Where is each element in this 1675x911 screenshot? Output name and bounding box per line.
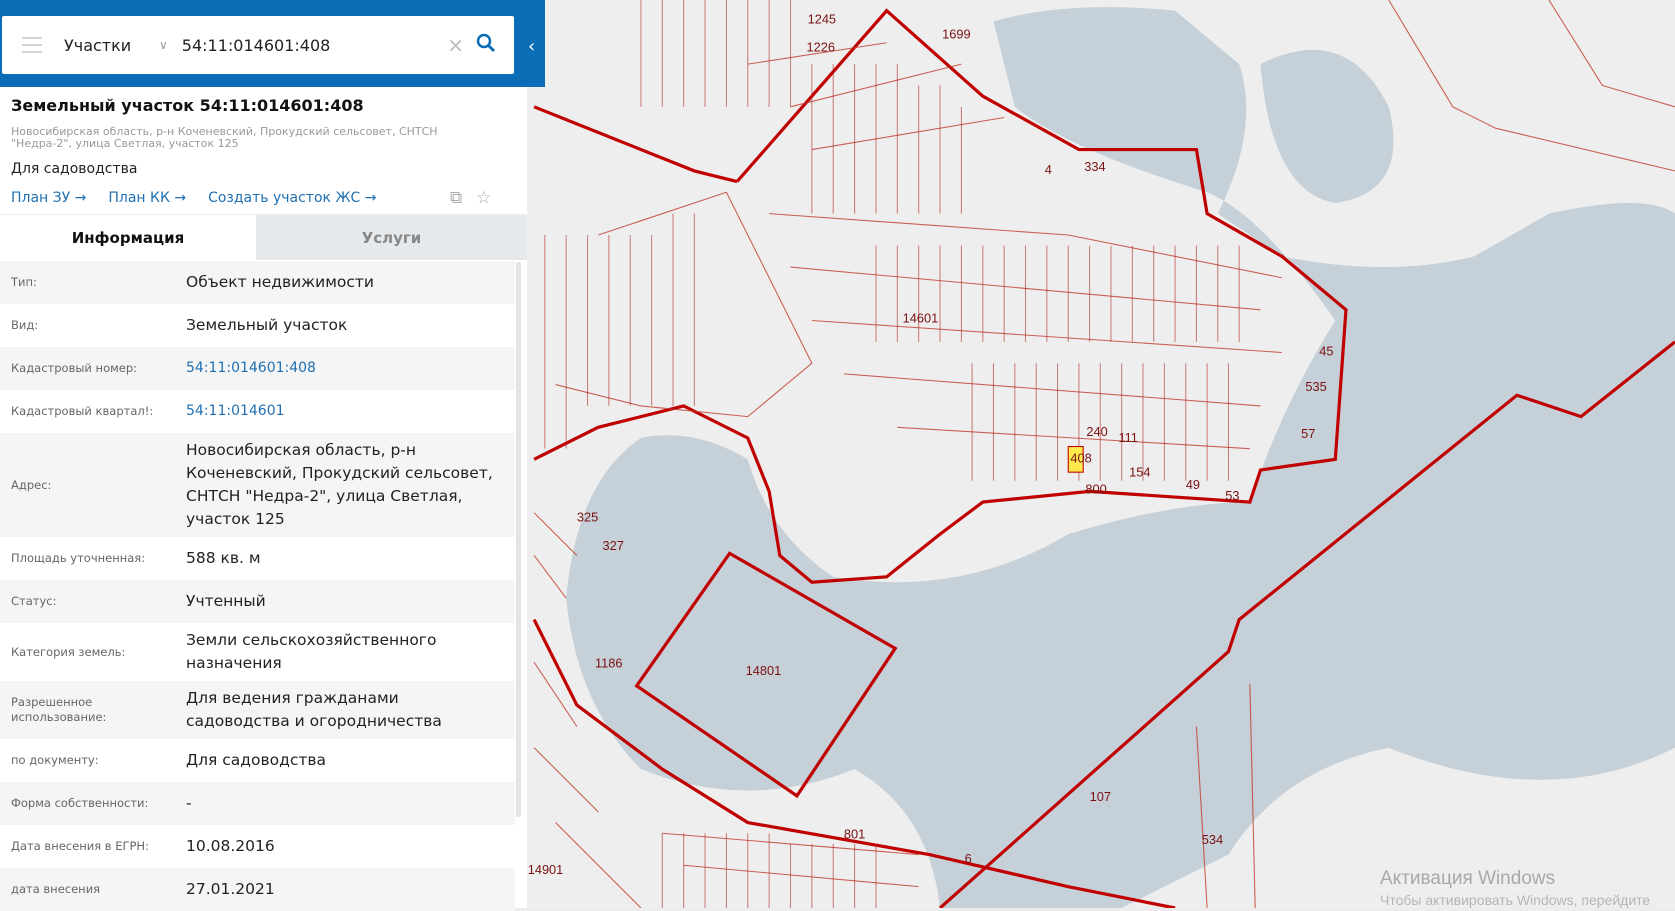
plan-zu-link[interactable]: План ЗУ →	[11, 190, 86, 206]
parcel-label: 14601	[903, 311, 939, 326]
info-row: Тип: Объект недвижимости	[0, 261, 515, 304]
parcel-purpose: Для садоводства	[11, 161, 138, 177]
search-bar-container: Участки ∨ 54:11:014601:408 × ‹	[0, 0, 545, 87]
parcel-label: 53	[1225, 488, 1239, 503]
info-row-label: Вид:	[11, 318, 39, 332]
info-row-value: Объект недвижимости	[186, 273, 374, 291]
parcel-label: 1245	[808, 12, 836, 27]
info-row: Вид: Земельный участок	[0, 304, 515, 347]
parcel-label: 334	[1084, 159, 1105, 174]
info-row: Категория земель: Земли сельскохозяйствен…	[0, 623, 515, 681]
star-icon[interactable]: ☆	[476, 188, 491, 208]
windows-watermark-title: Активация Windows	[1380, 868, 1556, 889]
info-row-value: Земли сельскохозяйственного назначения	[186, 631, 437, 672]
parcel-label: 534	[1202, 832, 1223, 847]
parcel-label: 6	[965, 851, 972, 866]
info-row-label: Разрешенное использование:	[11, 695, 107, 724]
search-input[interactable]: 54:11:014601:408	[182, 36, 447, 55]
info-row-label: Форма собственности:	[11, 796, 149, 810]
parcel-label: 325	[577, 509, 598, 524]
info-row-value: Учтенный	[186, 592, 266, 610]
parcel-label: 14801	[746, 663, 782, 678]
info-row: Кадастровый квартал!: 54:11:014601	[0, 390, 515, 433]
parcel-label: 14901	[528, 862, 564, 877]
scrollbar[interactable]	[516, 262, 521, 817]
parcel-label: 4	[1045, 162, 1052, 177]
tab-info[interactable]: Информация	[0, 215, 256, 260]
info-row: дата внесения 27.01.2021	[0, 868, 515, 911]
info-row-label: Адрес:	[11, 477, 52, 492]
info-row-value: Новосибирская область, р-н Коченевский, …	[186, 441, 493, 528]
parcel-label: 327	[602, 538, 623, 553]
info-row: Разрешенное использование: Для ведения гр…	[0, 681, 515, 739]
plan-kk-link[interactable]: План КК →	[108, 190, 186, 206]
menu-icon[interactable]	[22, 37, 42, 53]
parcel-label: 240	[1086, 424, 1107, 439]
parcel-label: 57	[1301, 426, 1315, 441]
parcel-label: 535	[1305, 379, 1326, 394]
parcel-label: 49	[1186, 477, 1200, 492]
info-row-value: 588 кв. м	[186, 549, 261, 567]
parcel-label: 111	[1118, 430, 1137, 445]
info-row-label: Кадастровый квартал!:	[11, 404, 154, 418]
parcel-label: 45	[1319, 344, 1333, 359]
info-row: Статус: Учтенный	[0, 580, 515, 623]
parcel-label: 408	[1070, 451, 1091, 466]
info-row-value: Земельный участок	[186, 316, 348, 334]
info-row-value: -	[186, 794, 192, 812]
info-row-label: Площадь уточненная:	[11, 551, 146, 565]
parcel-label: 801	[844, 827, 865, 842]
info-row-label: дата внесения	[11, 882, 101, 896]
search-icon[interactable]	[476, 33, 496, 57]
create-parcel-link[interactable]: Создать участок ЖС →	[208, 190, 376, 206]
info-row-value: 27.01.2021	[186, 880, 275, 898]
tab-services[interactable]: Услуги	[256, 215, 527, 260]
info-row-label: Кадастровый номер:	[11, 361, 138, 375]
zoom-to-icon[interactable]: ⧉	[450, 188, 462, 208]
info-row-label: Статус:	[11, 594, 57, 608]
info-row: по документу: Для садоводства	[0, 739, 515, 782]
parcel-label: 1186	[595, 656, 623, 671]
info-row: Адрес: Новосибирская область, р-н Коченев…	[0, 433, 515, 537]
parcel-label: 154	[1129, 464, 1150, 479]
info-row-value[interactable]: 54:11:014601	[186, 400, 515, 423]
info-row-label: Категория земель:	[11, 644, 126, 659]
parcel-label: 107	[1090, 789, 1111, 804]
chevron-down-icon[interactable]: ∨	[159, 38, 168, 52]
info-row-value[interactable]: 54:11:014601:408	[186, 357, 515, 380]
collapse-panel-icon[interactable]: ‹	[528, 36, 535, 57]
parcel-title: Земельный участок 54:11:014601:408	[11, 96, 364, 115]
parcel-label: 800	[1085, 482, 1106, 497]
search-box: Участки ∨ 54:11:014601:408 ×	[2, 16, 514, 74]
info-row-value: 10.08.2016	[186, 837, 275, 855]
info-row-value: Для садоводства	[186, 751, 327, 769]
info-row: Кадастровый номер: 54:11:014601:408	[0, 347, 515, 390]
info-panel: Участки ∨ 54:11:014601:408 × ‹ Земельный…	[0, 0, 545, 911]
windows-watermark-sub: Чтобы активировать Windows, перейдите	[1380, 892, 1651, 908]
parcel-label: 1226	[807, 39, 835, 54]
info-row: Площадь уточненная: 588 кв. м	[0, 537, 515, 580]
info-row-label: Дата внесения в ЕГРН:	[11, 839, 149, 853]
info-table: Тип: Объект недвижимости Вид: Земельный уча…	[0, 261, 515, 911]
info-row: Дата внесения в ЕГРН: 10.08.2016	[0, 825, 515, 868]
info-row: Форма собственности: -	[0, 782, 515, 825]
info-row-label: Тип:	[11, 275, 37, 289]
info-row-label: по документу:	[11, 753, 99, 767]
parcel-label: 1699	[942, 26, 970, 41]
info-row-value: Для ведения гражданами садоводства и ого…	[186, 689, 442, 730]
clear-icon[interactable]: ×	[447, 33, 464, 57]
parcel-address: Новосибирская область, р-н Коченевский, …	[11, 125, 438, 150]
layer-select[interactable]: Участки	[64, 36, 159, 55]
